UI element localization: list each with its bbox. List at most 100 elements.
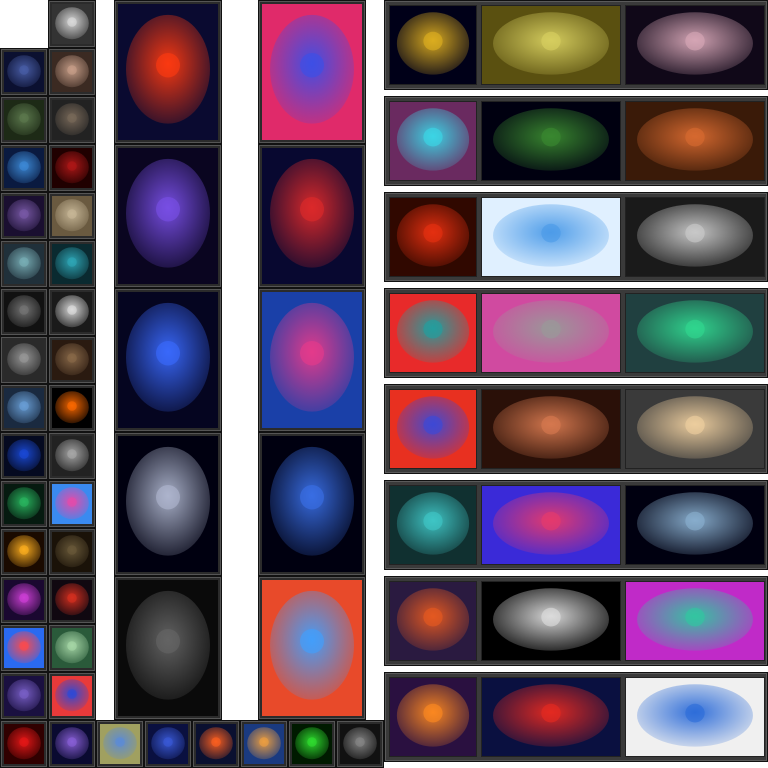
panel-blue-energy[interactable] bbox=[114, 288, 222, 432]
thumb-laser-face[interactable] bbox=[48, 720, 96, 768]
panel-robots[interactable] bbox=[114, 432, 222, 576]
creature-icon bbox=[52, 196, 92, 236]
thumb-butterfly[interactable] bbox=[240, 720, 288, 768]
mandala-icon bbox=[4, 628, 44, 668]
thumb-clown[interactable] bbox=[48, 288, 96, 336]
wide-ufo-city[interactable] bbox=[389, 581, 477, 661]
thumb-blue-fractal[interactable] bbox=[96, 720, 144, 768]
portrait-icon bbox=[4, 196, 44, 236]
wide-green-monsters-image bbox=[390, 486, 476, 564]
robot-icon bbox=[52, 436, 92, 476]
thumb-green-globe-image bbox=[4, 484, 44, 524]
laser-icon bbox=[52, 724, 92, 764]
thumb-face-hands[interactable] bbox=[48, 48, 96, 96]
wide-helix-nebula[interactable] bbox=[389, 293, 477, 373]
thumb-red-skull[interactable] bbox=[48, 144, 96, 192]
portrait-icon bbox=[626, 390, 764, 468]
wide-alien-ruins[interactable] bbox=[481, 389, 621, 469]
thumb-comet[interactable] bbox=[192, 720, 240, 768]
wide-yellow-alien-plant[interactable] bbox=[481, 5, 621, 85]
thumb-volcano[interactable] bbox=[48, 576, 96, 624]
wide-red-ship-galaxy[interactable] bbox=[481, 677, 621, 757]
thumb-silver-robot[interactable] bbox=[48, 432, 96, 480]
thumb-monkey[interactable] bbox=[48, 528, 96, 576]
thumb-blue-fractal-image bbox=[100, 724, 140, 764]
thumb-red-burst-image bbox=[4, 724, 44, 764]
thumb-dark-creature-image bbox=[52, 4, 92, 44]
panel-planet-explosion[interactable] bbox=[114, 0, 222, 144]
panel-city-night[interactable] bbox=[258, 144, 366, 288]
thumb-green-globe[interactable] bbox=[0, 480, 48, 528]
thumb-crab-creature[interactable] bbox=[48, 192, 96, 240]
panel-purple-planets[interactable] bbox=[114, 144, 222, 288]
wide-fire-tunnel[interactable] bbox=[389, 677, 477, 757]
spaceship-icon bbox=[482, 678, 620, 756]
thumb-robot-woman-image bbox=[4, 388, 44, 428]
robot-icon bbox=[390, 102, 476, 180]
thumb-dark-creature[interactable] bbox=[48, 0, 96, 48]
thumb-flare[interactable] bbox=[0, 528, 48, 576]
thumb-mandala[interactable] bbox=[0, 624, 48, 672]
thumb-rainbow-swirl[interactable] bbox=[48, 480, 96, 528]
portrait-icon bbox=[4, 52, 44, 92]
wide-red-nebula[interactable] bbox=[389, 197, 477, 277]
panel-neon-city[interactable] bbox=[258, 288, 366, 432]
thumb-brown-creature[interactable] bbox=[48, 336, 96, 384]
thumb-red-eye-cat[interactable] bbox=[48, 96, 96, 144]
thumb-pink-laser[interactable] bbox=[0, 576, 48, 624]
creature-icon bbox=[52, 340, 92, 380]
wide-green-bridge[interactable] bbox=[625, 293, 765, 373]
thumb-blue-alien[interactable] bbox=[0, 144, 48, 192]
thumb-ring-portal[interactable] bbox=[48, 672, 96, 720]
wide-repeated-heads[interactable] bbox=[625, 389, 765, 469]
wide-spaceship[interactable] bbox=[389, 5, 477, 85]
panel-cyber-runner[interactable] bbox=[258, 576, 366, 720]
thumb-flare-image bbox=[4, 532, 44, 572]
wide-steampunk-woman[interactable] bbox=[625, 101, 765, 181]
thumb-comet-image bbox=[196, 724, 236, 764]
thumb-cyan-face[interactable] bbox=[48, 240, 96, 288]
thumb-purple-alien[interactable] bbox=[0, 672, 48, 720]
thumb-red-burst[interactable] bbox=[0, 720, 48, 768]
wide-green-monsters[interactable] bbox=[389, 485, 477, 565]
thumb-blue-rose[interactable] bbox=[144, 720, 192, 768]
planet-icon bbox=[118, 4, 218, 140]
laser-icon bbox=[4, 580, 44, 620]
thumb-ostrich[interactable] bbox=[48, 624, 96, 672]
wide-moon-city[interactable] bbox=[481, 293, 621, 373]
thumb-blue-eye[interactable] bbox=[0, 432, 48, 480]
wide-mech-walker-image bbox=[390, 102, 476, 180]
thumb-green-grid[interactable] bbox=[288, 720, 336, 768]
thumb-eclipse[interactable] bbox=[48, 384, 96, 432]
wide-retro-grid[interactable] bbox=[481, 485, 621, 565]
wide-barbed-face[interactable] bbox=[625, 197, 765, 277]
panel-dark-dogs[interactable] bbox=[114, 576, 222, 720]
wide-starfighter[interactable] bbox=[481, 197, 621, 277]
wallpaper-row-1 bbox=[384, 0, 768, 90]
thumb-gray-alien[interactable] bbox=[0, 336, 48, 384]
wide-mech-walker[interactable] bbox=[389, 101, 477, 181]
plant-icon bbox=[482, 6, 620, 84]
thumb-alien-ears[interactable] bbox=[0, 240, 48, 288]
wide-bw-machine[interactable] bbox=[481, 581, 621, 661]
thumb-robot-woman[interactable] bbox=[0, 384, 48, 432]
wide-cyborg-woman[interactable] bbox=[625, 485, 765, 565]
wide-painted-eye[interactable] bbox=[625, 677, 765, 757]
alien-icon bbox=[4, 244, 44, 284]
panel-purple-planets-image bbox=[118, 148, 218, 284]
thumb-purple-woman[interactable] bbox=[0, 192, 48, 240]
thumb-alien-ears-image bbox=[4, 244, 44, 284]
thumb-two-faces[interactable] bbox=[0, 288, 48, 336]
wide-earth-horizon[interactable] bbox=[481, 101, 621, 181]
panel-blue-skyline[interactable] bbox=[258, 432, 366, 576]
wide-aurora-tree[interactable] bbox=[625, 581, 765, 661]
wide-cyborg-woman-image bbox=[626, 486, 764, 564]
thumb-asteroid[interactable] bbox=[336, 720, 384, 768]
ufo-icon bbox=[390, 582, 476, 660]
wide-space-city[interactable] bbox=[389, 389, 477, 469]
nebula-icon bbox=[390, 198, 476, 276]
panel-nebula-city[interactable] bbox=[258, 0, 366, 144]
thumb-green-woman[interactable] bbox=[0, 96, 48, 144]
wide-cyber-woman[interactable] bbox=[625, 5, 765, 85]
thumb-blue-woman[interactable] bbox=[0, 48, 48, 96]
